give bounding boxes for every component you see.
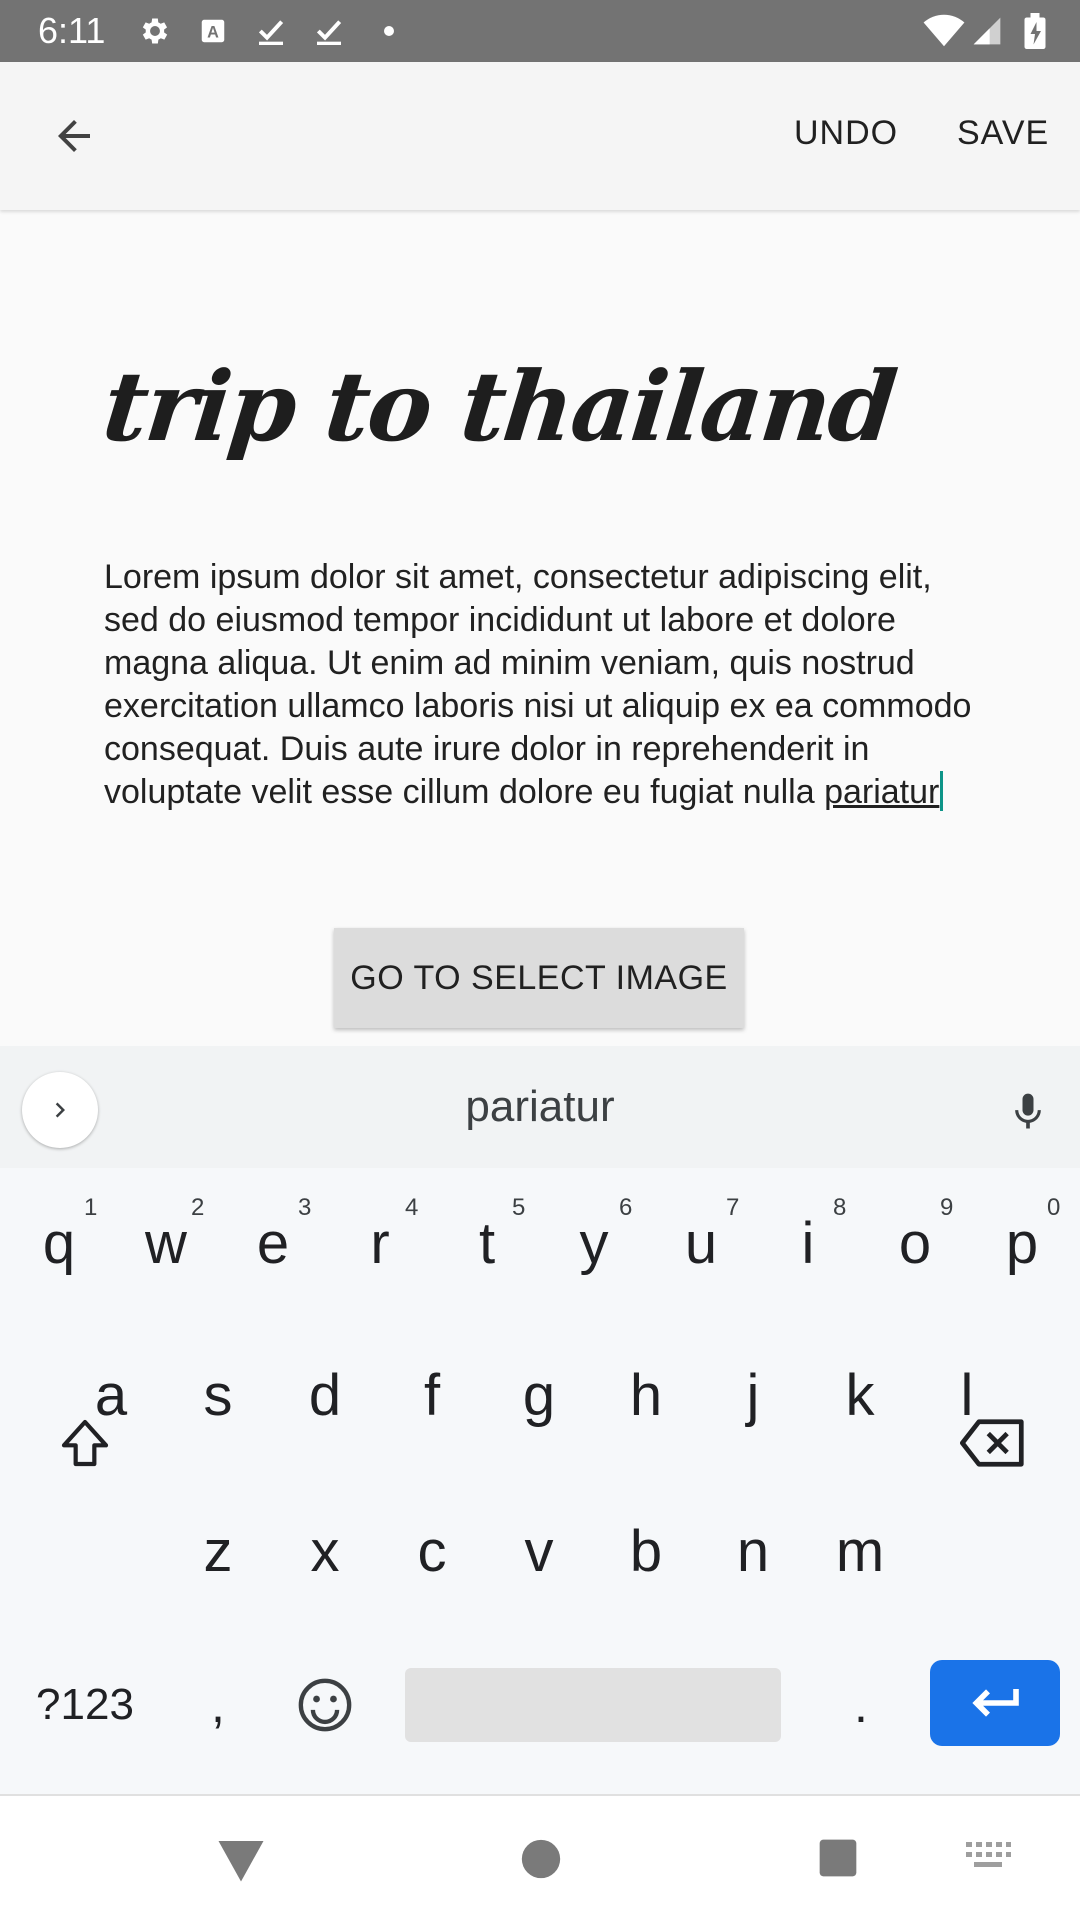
nav-back-button[interactable]: [214, 1834, 268, 1884]
svg-text:A: A: [207, 23, 219, 41]
nav-recents-button[interactable]: [816, 1836, 860, 1880]
recents-square-icon: [819, 1839, 857, 1877]
key-hint-0: 0: [1047, 1194, 1061, 1221]
symbols-key[interactable]: ?123: [20, 1640, 150, 1770]
key-f[interactable]: f: [379, 1330, 485, 1460]
keyboard-switch-button[interactable]: [964, 1838, 1012, 1878]
key-k[interactable]: k: [807, 1330, 913, 1460]
key-g[interactable]: g: [486, 1330, 592, 1460]
undo-button[interactable]: UNDO: [794, 114, 898, 153]
key-j[interactable]: j: [700, 1330, 806, 1460]
key-h[interactable]: h: [593, 1330, 699, 1460]
comma-key[interactable]: ,: [165, 1640, 271, 1770]
dot-icon: [372, 14, 406, 48]
back-button[interactable]: [40, 102, 108, 170]
suggestion-word[interactable]: pariatur: [0, 1082, 1080, 1132]
back-triangle-icon: [218, 1841, 264, 1882]
key-hint-3: 3: [298, 1194, 312, 1221]
key-z[interactable]: z: [165, 1486, 271, 1616]
key-b[interactable]: b: [593, 1486, 699, 1616]
key-n[interactable]: n: [700, 1486, 806, 1616]
mic-icon: [1015, 1093, 1041, 1129]
key-l[interactable]: l: [914, 1330, 1020, 1460]
key-hint-7: 7: [726, 1194, 740, 1221]
note-body-field[interactable]: Lorem ipsum dolor sit amet, consectetur …: [104, 556, 984, 814]
enter-arrow-icon: [972, 1689, 1019, 1717]
period-key[interactable]: .: [808, 1640, 914, 1770]
key-a[interactable]: a: [58, 1330, 164, 1460]
check-icon: [312, 14, 346, 48]
home-circle-icon: [521, 1839, 561, 1879]
key-d[interactable]: d: [272, 1330, 378, 1460]
text-a-icon: A: [196, 14, 230, 48]
wifi-icon: [922, 14, 966, 48]
key-hint-1: 1: [84, 1194, 98, 1221]
current-word: pariatur: [824, 773, 940, 811]
note-title[interactable]: trip to thailand: [98, 350, 900, 463]
key-x[interactable]: x: [272, 1486, 378, 1616]
suggestion-bar: pariatur: [0, 1046, 1080, 1168]
signal-icon: [970, 14, 1004, 48]
keyboard: pariatur ?123 , . q1w2e3r4t5y6u7i8o9p0as…: [0, 1046, 1080, 1794]
key-v[interactable]: v: [486, 1486, 592, 1616]
navigation-bar: [0, 1794, 1080, 1922]
key-hint-2: 2: [191, 1194, 205, 1221]
status-time: 6:11: [38, 10, 106, 51]
arrow-back-icon: [58, 120, 90, 152]
go-to-select-image-button[interactable]: GO TO SELECT IMAGE: [334, 928, 744, 1028]
nav-home-button[interactable]: [518, 1836, 564, 1882]
chevron-right-icon: [55, 1102, 65, 1118]
status-bar: 6:11 A: [0, 0, 1080, 62]
app-bar: UNDO SAVE: [0, 62, 1080, 210]
key-s[interactable]: s: [165, 1330, 271, 1460]
key-hint-6: 6: [619, 1194, 633, 1221]
check-icon: [254, 14, 288, 48]
keyboard-switch-icon: [966, 1842, 1011, 1867]
text-cursor: [940, 771, 944, 811]
voice-input-button[interactable]: [1000, 1084, 1056, 1140]
key-m[interactable]: m: [807, 1486, 913, 1616]
key-hint-9: 9: [940, 1194, 954, 1221]
expand-toolbar-button[interactable]: [22, 1072, 98, 1148]
battery-charging-icon: [1018, 13, 1052, 49]
key-hint-4: 4: [405, 1194, 419, 1221]
space-key[interactable]: [405, 1668, 781, 1742]
settings-icon: [138, 14, 172, 48]
key-c[interactable]: c: [379, 1486, 485, 1616]
save-button[interactable]: SAVE: [957, 114, 1049, 153]
key-hint-8: 8: [833, 1194, 847, 1221]
emoji-icon: [298, 1678, 352, 1732]
key-hint-5: 5: [512, 1194, 526, 1221]
enter-key[interactable]: [930, 1660, 1060, 1746]
emoji-key[interactable]: [272, 1640, 378, 1770]
